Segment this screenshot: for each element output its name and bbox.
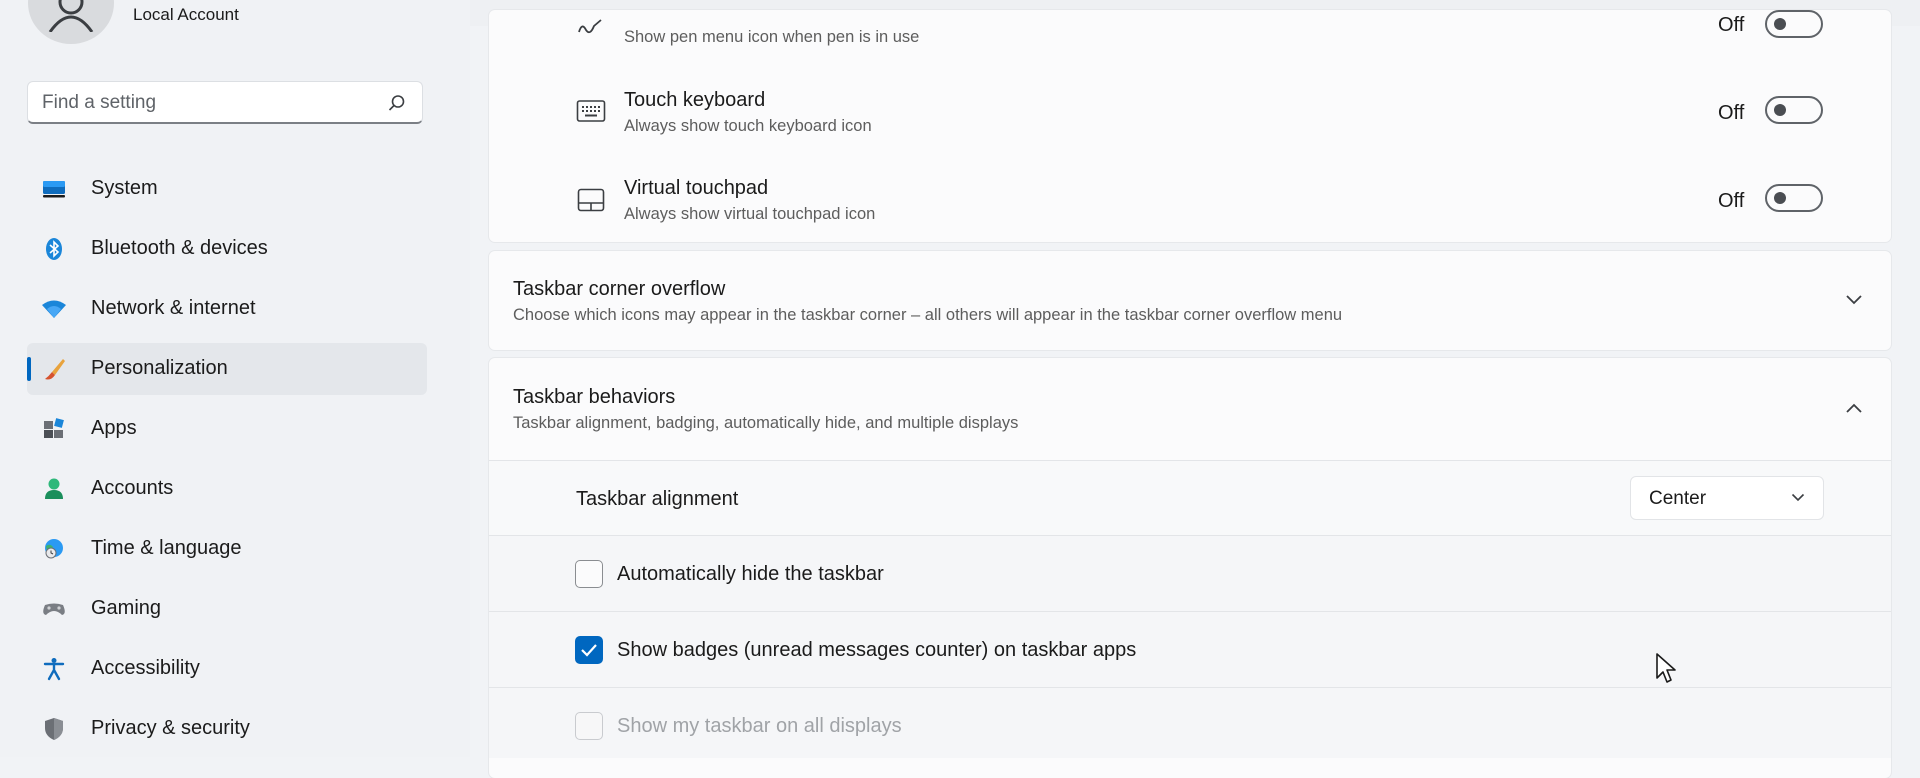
apps-icon <box>44 418 64 438</box>
sidebar-item-privacy-security[interactable]: Privacy & security <box>27 703 427 755</box>
search-box[interactable] <box>27 81 423 124</box>
monitor-icon <box>43 181 65 198</box>
touch-keyboard-title: Touch keyboard <box>624 89 766 111</box>
sidebar-item-system[interactable]: System <box>27 163 427 215</box>
show-badges-label: Show badges (unread messages counter) on… <box>617 639 1137 661</box>
taskbar-corner-icons-card: Show pen menu icon when pen is in use Of… <box>489 10 1891 242</box>
navigation-pane: Local Account System Bluetooth & devices… <box>0 0 470 757</box>
account-type-label: Local Account <box>133 5 239 24</box>
sidebar-item-label: Privacy & security <box>91 717 250 739</box>
pen-menu-subtitle: Show pen menu icon when pen is in use <box>624 28 920 46</box>
taskbar-corner-overflow-title: Taskbar corner overflow <box>513 278 726 300</box>
touch-keyboard-subtitle: Always show touch keyboard icon <box>624 117 872 135</box>
sidebar-item-network-internet[interactable]: Network & internet <box>27 283 427 335</box>
taskbar-behaviors-title: Taskbar behaviors <box>513 386 676 408</box>
chevron-up-icon[interactable] <box>1845 402 1863 414</box>
pen-menu-toggle[interactable] <box>1765 10 1823 38</box>
sidebar-item-apps[interactable]: Apps <box>27 403 427 455</box>
sidebar-item-label: Network & internet <box>91 297 256 319</box>
avatar[interactable] <box>28 0 114 44</box>
gamepad-icon <box>43 603 65 615</box>
pen-menu-toggle-state: Off <box>1718 14 1745 36</box>
shield-icon <box>45 718 63 740</box>
taskbar-alignment-label: Taskbar alignment <box>576 488 739 510</box>
bluetooth-icon <box>46 238 62 260</box>
wifi-icon <box>42 300 66 318</box>
sidebar-item-bluetooth-devices[interactable]: Bluetooth & devices <box>27 223 427 275</box>
sidebar-item-accessibility[interactable]: Accessibility <box>27 643 427 695</box>
sidebar-item-label: Time & language <box>91 537 242 559</box>
show-badges-row[interactable]: Show badges (unread messages counter) on… <box>489 611 1891 688</box>
sidebar-item-label: Accounts <box>91 477 174 499</box>
all-displays-label: Show my taskbar on all displays <box>617 715 902 737</box>
sidebar-item-accounts[interactable]: Accounts <box>27 463 427 515</box>
touch-keyboard-toggle[interactable] <box>1765 96 1823 124</box>
keyboard-icon <box>576 100 606 122</box>
person-icon <box>48 0 94 32</box>
virtual-touchpad-toggle[interactable] <box>1765 184 1823 212</box>
taskbar-behaviors-subtitle: Taskbar alignment, badging, automaticall… <box>513 414 1019 432</box>
sidebar-item-label: Accessibility <box>91 657 200 679</box>
sidebar-item-label: Bluetooth & devices <box>91 237 268 259</box>
sidebar-item-time-language[interactable]: Time & language <box>27 523 427 575</box>
sidebar-item-gaming[interactable]: Gaming <box>27 583 427 635</box>
selection-indicator <box>27 357 31 381</box>
virtual-touchpad-subtitle: Always show virtual touchpad icon <box>624 205 876 223</box>
taskbar-alignment-dropdown[interactable]: Center <box>1630 476 1824 520</box>
taskbar-corner-overflow-subtitle: Choose which icons may appear in the tas… <box>513 306 1343 324</box>
globe-clock-icon <box>45 539 63 559</box>
auto-hide-row[interactable]: Automatically hide the taskbar <box>489 535 1891 612</box>
sidebar-item-personalization[interactable]: Personalization <box>27 343 427 395</box>
taskbar-alignment-value: Center <box>1649 488 1707 509</box>
taskbar-corner-overflow-card[interactable]: Taskbar corner overflow Choose which ico… <box>489 251 1891 350</box>
sidebar-item-label: Personalization <box>91 357 228 379</box>
accessibility-icon <box>43 658 65 681</box>
search-input[interactable] <box>40 82 384 124</box>
touch-keyboard-toggle-state: Off <box>1718 102 1745 124</box>
search-icon[interactable] <box>388 94 406 112</box>
chevron-down-icon[interactable] <box>1845 294 1863 306</box>
sidebar-item-label: Gaming <box>91 597 162 619</box>
virtual-touchpad-title: Virtual touchpad <box>624 177 769 199</box>
show-badges-checkbox[interactable] <box>575 636 603 664</box>
brush-icon <box>45 359 65 380</box>
sidebar-item-label: System <box>91 177 158 199</box>
mouse-cursor-icon <box>1656 653 1676 683</box>
person-icon <box>45 478 63 499</box>
pen-icon <box>578 19 602 34</box>
chevron-down-icon <box>1791 493 1805 502</box>
all-displays-checkbox <box>575 712 603 740</box>
touchpad-icon <box>577 188 605 212</box>
auto-hide-checkbox[interactable] <box>575 560 603 588</box>
auto-hide-label: Automatically hide the taskbar <box>617 563 884 585</box>
checkmark-icon <box>581 644 597 657</box>
all-displays-row: Show my taskbar on all displays <box>489 687 1891 758</box>
sidebar-item-label: Apps <box>91 417 137 439</box>
virtual-touchpad-toggle-state: Off <box>1718 190 1745 212</box>
